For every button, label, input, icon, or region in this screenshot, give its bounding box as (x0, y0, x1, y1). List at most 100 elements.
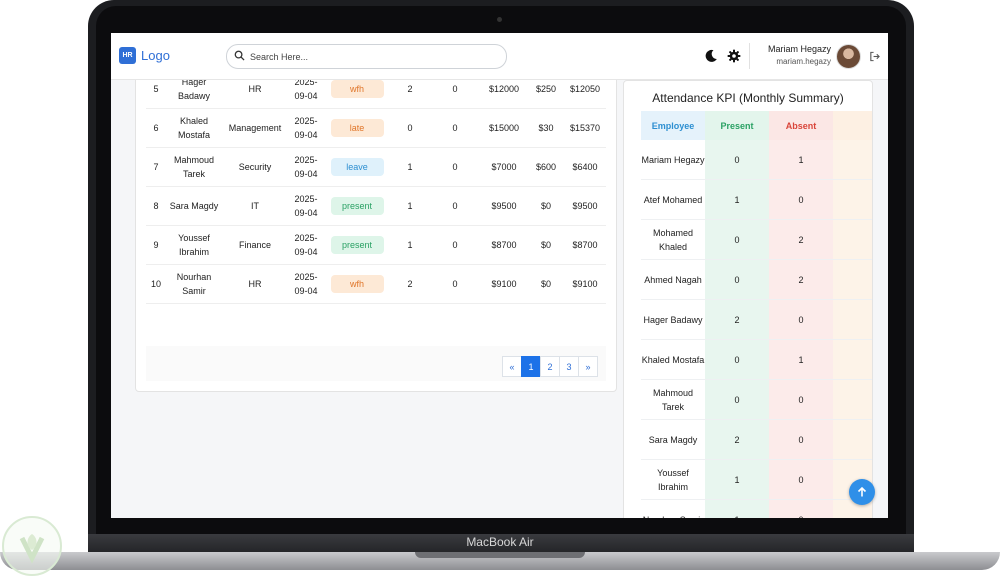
count-1: 0 (390, 108, 430, 148)
kpi-table-scroll[interactable]: Employee Present Absent Mariam Hegazy 0 1 A… (641, 111, 872, 518)
leaf-icon (19, 534, 45, 564)
kpi-employee: Ahmed Nagah (641, 259, 705, 300)
logo-badge[interactable]: HR (119, 47, 136, 64)
avatar[interactable] (836, 44, 861, 69)
department: Finance (222, 225, 288, 265)
kpi-header-more (833, 111, 872, 140)
count-2: 0 (430, 186, 480, 226)
kpi-employee: Atef Mohamed (641, 179, 705, 220)
device-label: MacBook Air (466, 535, 534, 549)
date: 2025-09-04 (288, 186, 324, 226)
status-cell: late (324, 108, 390, 148)
kpi-present: 0 (705, 259, 769, 300)
kpi-present: 0 (705, 379, 769, 420)
count-2: 0 (430, 225, 480, 265)
kpi-absent: 0 (769, 379, 833, 420)
kpi-more (833, 379, 872, 420)
kpi-row: Mahmoud Tarek 0 0 (641, 379, 872, 420)
employee-name: Youssef Ibrahim (166, 225, 222, 265)
kpi-employee: Hager Badawy (641, 299, 705, 340)
status-badge: present (330, 196, 384, 215)
search-input[interactable] (248, 48, 492, 66)
kpi-present: 0 (705, 140, 769, 180)
date: 2025-09-04 (288, 108, 324, 148)
deduction: $0 (528, 225, 564, 265)
kpi-more (833, 140, 872, 180)
count-1: 1 (390, 147, 430, 187)
employee-name: Khaled Mostafa (166, 108, 222, 148)
search-box[interactable] (226, 44, 507, 69)
kpi-employee: Khaled Mostafa (641, 339, 705, 380)
kpi-header-present: Present (705, 111, 769, 140)
kpi-header-absent: Absent (769, 111, 833, 140)
employee-name: Nourhan Samir (166, 264, 222, 304)
net-salary: $9500 (564, 186, 606, 226)
status-badge: present (330, 235, 384, 254)
deduction: $0 (528, 264, 564, 304)
status-cell: present (324, 225, 390, 265)
moon-icon[interactable] (704, 49, 718, 63)
watermark-logo (2, 516, 62, 576)
pagination: « 1 2 3 » (502, 356, 598, 377)
date: 2025-09-04 (288, 225, 324, 265)
department: Management (222, 108, 288, 148)
kpi-employee: Mariam Hegazy (641, 140, 705, 180)
kpi-more (833, 339, 872, 380)
kpi-absent: 0 (769, 459, 833, 500)
gear-icon[interactable] (727, 49, 741, 63)
kpi-absent: 2 (769, 259, 833, 300)
employee-name: Sara Magdy (166, 186, 222, 226)
status-badge: leave (330, 157, 384, 176)
status-badge: wfh (330, 274, 384, 293)
kpi-present: 2 (705, 419, 769, 460)
kpi-row: Mohamed Khaled 0 2 (641, 219, 872, 260)
count-1: 1 (390, 186, 430, 226)
kpi-absent: 0 (769, 499, 833, 518)
kpi-employee: Mohamed Khaled (641, 219, 705, 260)
status-cell: wfh (324, 264, 390, 304)
deduction: $600 (528, 147, 564, 187)
app-screen: 4Ahmed NagahMarketing2025-09-04wfh20$900… (111, 33, 888, 518)
kpi-employee: Nourhan Samir (641, 499, 705, 518)
base-salary: $7000 (480, 147, 528, 187)
kpi-present: 0 (705, 339, 769, 380)
kpi-employee: Mahmoud Tarek (641, 379, 705, 420)
base-salary: $9100 (480, 264, 528, 304)
net-salary: $9100 (564, 264, 606, 304)
prev-page-button[interactable]: « (502, 356, 522, 377)
divider (749, 43, 750, 69)
kpi-card: Attendance KPI (Monthly Summary) Employe… (623, 80, 873, 518)
base-salary: $8700 (480, 225, 528, 265)
count-1: 2 (390, 264, 430, 304)
kpi-absent: 1 (769, 140, 833, 180)
net-salary: $6400 (564, 147, 606, 187)
kpi-present: 1 (705, 179, 769, 220)
kpi-more (833, 219, 872, 260)
kpi-employee: Youssef Ibrahim (641, 459, 705, 500)
department: Security (222, 147, 288, 187)
kpi-row: Youssef Ibrahim 1 0 (641, 459, 872, 500)
page-2-button[interactable]: 2 (540, 356, 560, 377)
kpi-row: Ahmed Nagah 0 2 (641, 259, 872, 300)
next-page-button[interactable]: » (578, 356, 598, 377)
status-badge: wfh (330, 79, 384, 98)
scroll-to-top-button[interactable] (849, 479, 875, 505)
kpi-present: 1 (705, 499, 769, 518)
row-number: 9 (146, 225, 166, 265)
row-number: 6 (146, 108, 166, 148)
base-salary: $15000 (480, 108, 528, 148)
user-email: mariam.hegazy (776, 57, 831, 66)
logo-text[interactable]: Logo (141, 48, 170, 63)
row-number: 8 (146, 186, 166, 226)
search-icon (234, 50, 245, 61)
page-1-button[interactable]: 1 (521, 356, 541, 377)
count-2: 0 (430, 264, 480, 304)
kpi-absent: 0 (769, 419, 833, 460)
kpi-header-employee: Employee (641, 111, 705, 140)
page-3-button[interactable]: 3 (559, 356, 579, 377)
deduction: $0 (528, 186, 564, 226)
top-navbar: HR Logo Mariam Hegazy mariam.hegazy (111, 33, 888, 80)
row-number: 10 (146, 264, 166, 304)
logout-icon[interactable] (869, 51, 880, 62)
status-cell: leave (324, 147, 390, 187)
